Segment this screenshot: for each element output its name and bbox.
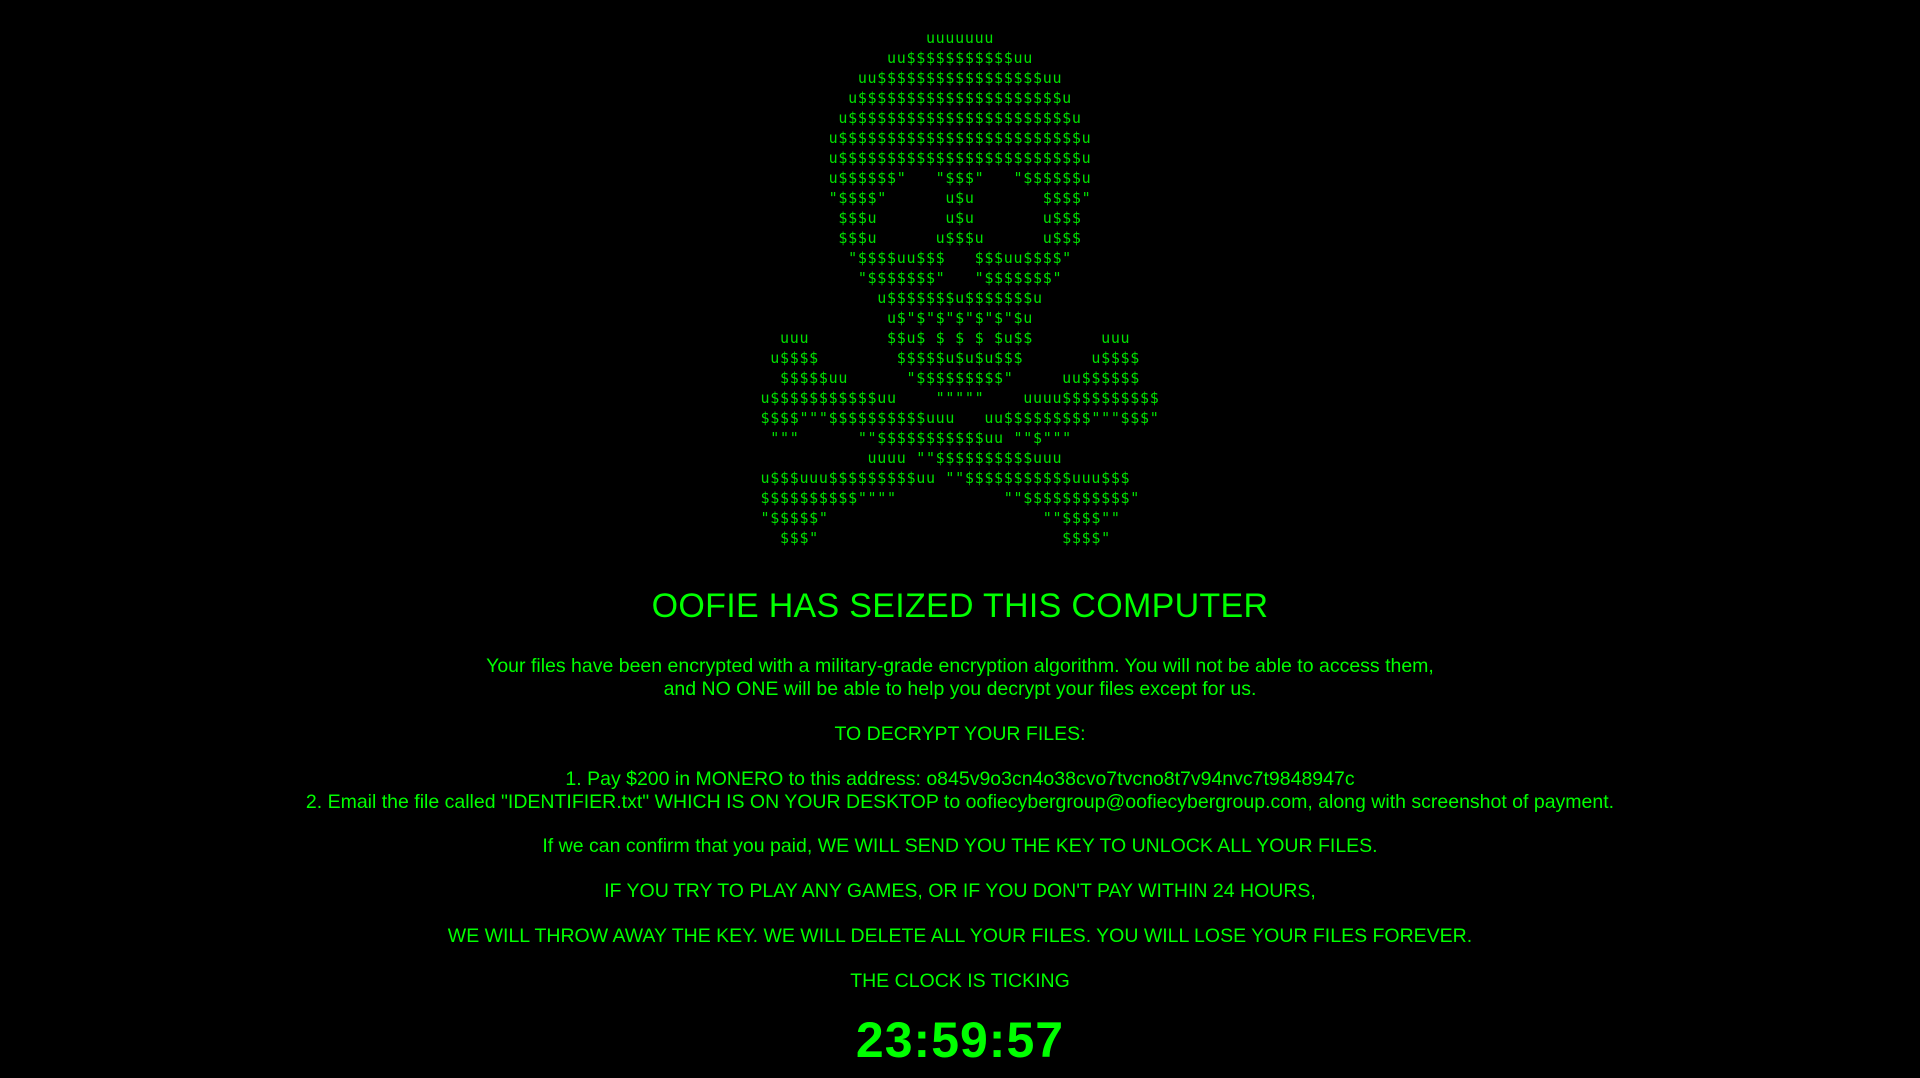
- clock-ticking-label: THE CLOCK IS TICKING: [850, 970, 1070, 992]
- instruction-step-1: 1. Pay $200 in MONERO to this address: o…: [565, 768, 1355, 790]
- countdown-timer: 23:59:57: [855, 1012, 1065, 1068]
- decrypt-heading: TO DECRYPT YOUR FILES:: [834, 723, 1086, 745]
- ransom-title: OOFIE HAS SEIZED THIS COMPUTER: [651, 587, 1269, 625]
- intro-message: Your files have been encrypted with a mi…: [0, 655, 1920, 700]
- intro-line-2: and NO ONE will be able to help you decr…: [663, 677, 1257, 700]
- payment-instructions: 1. Pay $200 in MONERO to this address: o…: [0, 768, 1920, 813]
- ransom-screen: uuuuuuu uu$$$$$$$$$$$uu uu$$$$$$$$$$$$$$…: [0, 0, 1920, 1078]
- instruction-step-2: 2. Email the file called "IDENTIFIER.txt…: [305, 790, 1615, 813]
- skull-ascii-art: uuuuuuu uu$$$$$$$$$$$uu uu$$$$$$$$$$$$$$…: [0, 28, 1920, 548]
- skull-ascii-text: uuuuuuu uu$$$$$$$$$$$uu uu$$$$$$$$$$$$$$…: [760, 29, 1160, 547]
- warning-line-2: WE WILL THROW AWAY THE KEY. WE WILL DELE…: [447, 925, 1473, 947]
- intro-line-1: Your files have been encrypted with a mi…: [486, 655, 1434, 677]
- warning-line-1: IF YOU TRY TO PLAY ANY GAMES, OR IF YOU …: [604, 880, 1316, 902]
- confirm-message: If we can confirm that you paid, WE WILL…: [542, 835, 1378, 857]
